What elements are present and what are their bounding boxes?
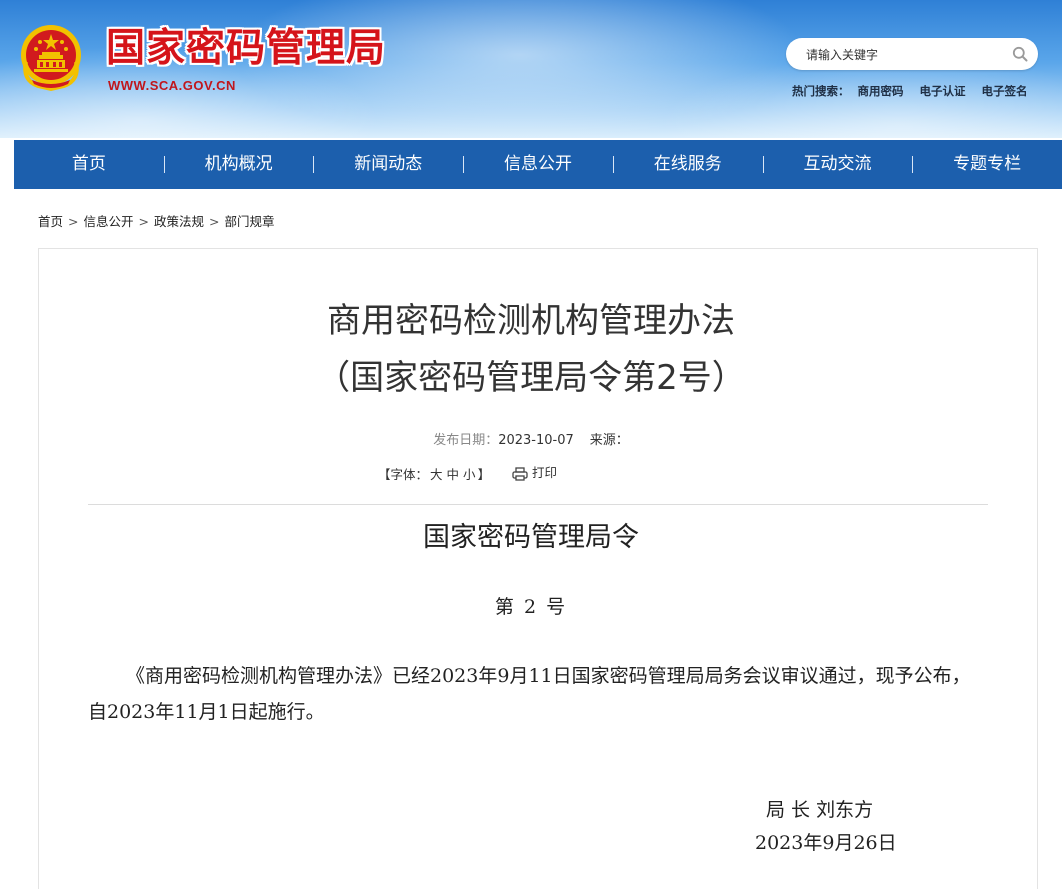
national-emblem-icon[interactable] <box>18 22 84 92</box>
nav-item-interaction[interactable]: 互动交流 <box>762 140 913 189</box>
nav-item-topics[interactable]: 专题专栏 <box>912 140 1062 189</box>
hot-link-e-signature[interactable]: 电子签名 <box>982 84 1028 98</box>
order-number: 第 2 号 <box>494 596 568 618</box>
search-box <box>786 38 1038 70</box>
publish-date-label: 发布日期： <box>433 433 499 448</box>
print-label: 打印 <box>532 465 558 480</box>
font-size-close: 】 <box>477 467 491 482</box>
printer-icon <box>512 466 528 481</box>
hot-link-e-auth[interactable]: 电子认证 <box>920 84 966 98</box>
nav-item-services[interactable]: 在线服务 <box>612 140 763 189</box>
article-tools: 【字体：大中小】 打印 <box>378 464 557 483</box>
nav-item-disclosure[interactable]: 信息公开 <box>463 140 613 189</box>
font-size-label: 【字体： <box>378 467 429 482</box>
search-icon[interactable] <box>1012 46 1028 62</box>
nav-item-home[interactable]: 首页 <box>14 140 164 189</box>
nav-item-about[interactable]: 机构概况 <box>163 140 314 189</box>
breadcrumb-disclosure[interactable]: 信息公开 <box>84 214 134 229</box>
font-size-small[interactable]: 小 <box>463 467 476 482</box>
sign-date: 2023年9月26日 <box>755 832 897 854</box>
breadcrumb-policy[interactable]: 政策法规 <box>154 214 204 229</box>
site-url[interactable]: WWW.SCA.GOV.CN <box>108 78 236 93</box>
breadcrumb-regulations[interactable]: 部门规章 <box>225 214 275 229</box>
nav-item-news[interactable]: 新闻动态 <box>313 140 463 189</box>
article-body: 《商用密码检测机构管理办法》已经2023年9月11日国家密码管理局局务会议审议通… <box>88 665 971 723</box>
hot-link-commercial-crypto[interactable]: 商用密码 <box>858 84 904 98</box>
order-heading: 国家密码管理局令 <box>423 522 639 553</box>
signer: 局 长 刘东方 <box>766 799 874 821</box>
publish-date: 2023-10-07 <box>498 433 574 448</box>
article-title-line1: 商用密码检测机构管理办法 <box>327 301 735 341</box>
hot-search: 热门搜索： 商用密码 电子认证 电子签名 <box>792 83 1028 99</box>
breadcrumb-separator: > <box>68 214 79 229</box>
site-title[interactable]: 国家密码管理局 <box>106 24 386 72</box>
site-header: 国家密码管理局 WWW.SCA.GOV.CN 热门搜索： 商用密码 电子认证 电子签名 <box>0 0 1062 138</box>
article-title-line2: （国家密码管理局令第2号） <box>316 358 746 398</box>
source-label: 来源： <box>589 433 629 448</box>
font-size-switcher: 【字体：大中小】 <box>378 467 490 482</box>
search-input[interactable] <box>804 44 1008 66</box>
breadcrumb-home[interactable]: 首页 <box>38 214 63 229</box>
print-button[interactable]: 打印 <box>512 462 557 481</box>
hot-search-label: 热门搜索： <box>792 84 850 98</box>
article-meta: 发布日期：2023-10-07 来源： <box>0 429 1062 448</box>
font-size-medium[interactable]: 中 <box>447 467 460 482</box>
breadcrumb-separator: > <box>209 214 220 229</box>
breadcrumb-separator: > <box>138 214 149 229</box>
article-divider <box>88 504 988 505</box>
breadcrumb: 首页 > 信息公开 > 政策法规 > 部门规章 <box>38 211 275 230</box>
article-title: 商用密码检测机构管理办法 （国家密码管理局令第2号） <box>0 293 1062 407</box>
font-size-large[interactable]: 大 <box>430 467 443 482</box>
main-nav: 首页 机构概况 新闻动态 信息公开 在线服务 互动交流 专题专栏 <box>14 140 1062 189</box>
